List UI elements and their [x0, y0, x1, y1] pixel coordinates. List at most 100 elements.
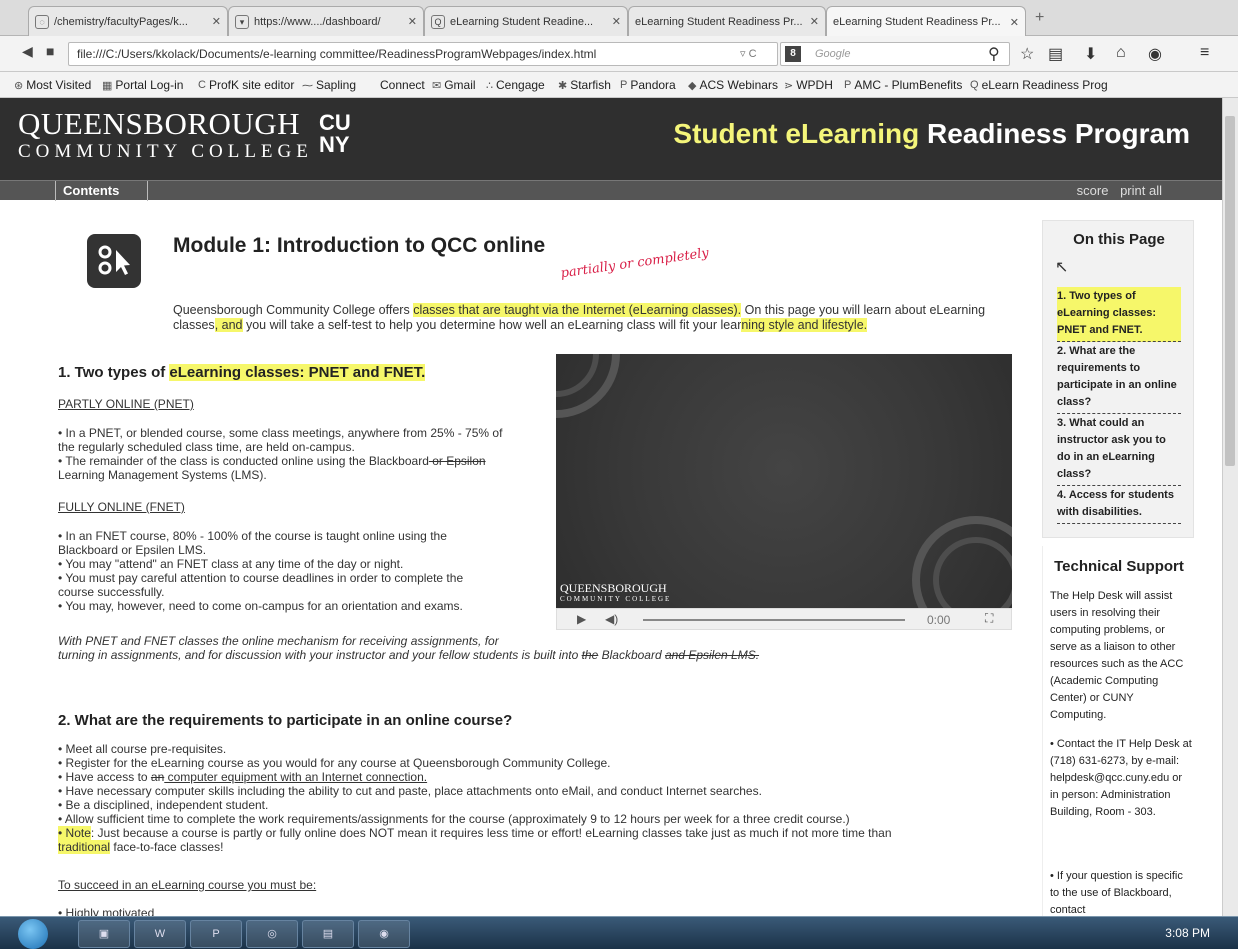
taskbar-app[interactable]: P [190, 920, 242, 948]
search-engine-icon[interactable]: 8 [785, 46, 801, 62]
program-title-rest: Readiness Program [927, 118, 1190, 149]
bookmark-pandora[interactable]: P Pandora [620, 78, 676, 92]
bookmark-icon: ⁓ [302, 79, 313, 92]
browser-tab[interactable]: ▾ https://www..../dashboard/ ✕ [228, 6, 424, 36]
nav-link-instructor-tasks[interactable]: 3. What could an instructor ask you to d… [1057, 414, 1181, 486]
menu-icon[interactable]: ≡ [1200, 44, 1209, 62]
bookmark-sapling[interactable]: ⁓ Sapling [302, 78, 356, 92]
browser-tab[interactable]: eLearning Student Readiness Pr... ✕ [628, 6, 826, 36]
nav-link-requirements[interactable]: 2. What are the requirements to particip… [1057, 342, 1181, 414]
qcc-logo[interactable]: QUEENSBOROUGH [18, 108, 300, 139]
taskbar-app[interactable]: ▤ [302, 920, 354, 948]
cuny-logo-top: CU [319, 110, 351, 135]
browser-tab[interactable]: ◌ /chemistry/facultyPages/k... ✕ [28, 6, 228, 36]
bookmark-icon: ▦ [102, 79, 113, 92]
bookmark-icon: ⋗ [784, 79, 794, 92]
fullscreen-icon[interactable]: ⛶ [985, 611, 993, 626]
bookmark-amc-plumbenefits[interactable]: P AMC - PlumBenefits [844, 78, 962, 92]
close-tab-icon[interactable]: ✕ [1010, 16, 1019, 29]
print-all-link[interactable]: print all [1120, 183, 1162, 198]
back-icon[interactable]: ◀ [22, 43, 33, 60]
close-tab-icon[interactable]: ✕ [810, 15, 819, 28]
search-icon: Q [970, 79, 979, 91]
search-input[interactable]: Google [780, 42, 1010, 66]
score-link[interactable]: score [1077, 183, 1109, 198]
intro-paragraph: Queensborough Community College offers c… [173, 303, 986, 332]
bookmark-connect[interactable]: Connect [380, 78, 425, 92]
technical-support-panel: Technical Support The Help Desk will ass… [1042, 546, 1194, 916]
video-qcc-logo: QUEENSBOROUGH COMMUNITY COLLEGE [560, 581, 672, 603]
bookmarks-toolbar: ⊛ Most Visited ▦ Portal Log-in C ProfK site… [0, 72, 1238, 98]
home-icon[interactable]: ⌂ [1116, 44, 1126, 62]
tab-title: eLearning Student Readiness Pr... [635, 15, 803, 28]
bookmark-elearn-readiness[interactable]: QeLearn Readiness Prog [970, 78, 1108, 92]
screen: ◌ /chemistry/facultyPages/k... ✕ ▾ https… [0, 0, 1238, 949]
video-decoration [556, 354, 1012, 608]
download-icon[interactable]: ⬇ [1084, 44, 1097, 64]
cursor-icon: ↖ [1055, 259, 1069, 276]
module-icon [87, 234, 141, 288]
succeed-heading: To succeed in an eLearning course you mu… [58, 878, 317, 892]
fnet-description: • In an FNET course, 80% - 100% of the c… [58, 529, 464, 613]
nav-link-two-types[interactable]: 1. Two types of eLearning classes: PNET … [1057, 287, 1181, 342]
video-controls: ▶ ◀) 0:00 ⛶ [556, 608, 1012, 630]
requirements-list: • Meet all course pre-requisites. • Regi… [58, 742, 892, 854]
intro-video[interactable]: QUEENSBOROUGH COMMUNITY COLLEGE [556, 354, 1012, 608]
close-tab-icon[interactable]: ✕ [408, 15, 417, 28]
bookmark-portal-login[interactable]: ▦ Portal Log-in [102, 78, 183, 92]
nav-link-accessibility[interactable]: 4. Access for students with disabilities… [1057, 486, 1181, 524]
taskbar-app[interactable]: W [134, 920, 186, 948]
blackboard-help: • If your question is specific to the us… [1050, 870, 1183, 916]
tab-strip: ◌ /chemistry/facultyPages/k... ✕ ▾ https… [0, 0, 1238, 37]
bookmark-icon: C [198, 79, 206, 91]
video-seek-bar[interactable] [643, 619, 905, 621]
bookmark-acs-webinars[interactable]: ◆ ACS Webinars [688, 78, 778, 92]
bookmark-icon: ⊛ [14, 79, 24, 92]
qcc-logo-subtitle: COMMUNITY COLLEGE [18, 141, 313, 162]
program-title-highlight: Student eLearning [673, 118, 920, 149]
browser-tab-active[interactable]: eLearning Student Readiness Pr... ✕ [826, 6, 1026, 37]
on-this-page-title: On this Page [1073, 231, 1165, 248]
adblock-icon[interactable]: ◉ [1148, 44, 1162, 64]
bookmark-wpdh[interactable]: ⋗ WPDH [784, 78, 833, 92]
technical-support-title: Technical Support [1054, 558, 1184, 575]
scrollbar-thumb[interactable] [1225, 116, 1235, 466]
start-button[interactable] [18, 919, 48, 949]
identity-icon[interactable]: ■ [46, 43, 54, 59]
star-icon: ✱ [558, 79, 568, 92]
cuny-logo: CU NY [319, 112, 355, 156]
taskbar-app[interactable]: ◉ [358, 920, 410, 948]
system-clock: 3:08 PM [1165, 926, 1210, 940]
partly-online-label: PARTLY ONLINE (PNET) [58, 397, 194, 411]
play-icon[interactable]: ▶ [577, 612, 586, 626]
browser-tab[interactable]: Q eLearning Student Readine... ✕ [424, 6, 628, 36]
trait-item: • Highly motivated [58, 906, 155, 916]
search-icon: Q [431, 14, 445, 29]
taskbar-app[interactable]: ◎ [246, 920, 298, 948]
module-title: Module 1: Introduction to QCC online [173, 234, 546, 257]
new-tab-button[interactable]: + [1035, 9, 1044, 27]
bookmark-icon: P [844, 79, 852, 91]
star-icon[interactable]: ☆ [1020, 44, 1034, 64]
bookmark-gmail[interactable]: ✉ Gmail [432, 78, 476, 92]
close-tab-icon[interactable]: ✕ [212, 15, 221, 28]
page-scrollbar[interactable] [1222, 98, 1238, 916]
close-tab-icon[interactable]: ✕ [612, 15, 621, 28]
bookmark-icon: ∴ [486, 79, 493, 92]
bookmark-icon: ▾ [235, 14, 249, 29]
bookmark-cengage[interactable]: ∴ Cengage [486, 78, 545, 92]
magnifier-icon[interactable]: ⚲ [988, 44, 1000, 64]
handwritten-annotation: partially or completely [559, 245, 710, 282]
pnet-description: • In a PNET, or blended course, some cla… [58, 426, 503, 482]
bookmark-starfish[interactable]: ✱ Starfish [558, 78, 611, 92]
bookmark-most-visited[interactable]: ⊛ Most Visited [14, 78, 91, 92]
on-this-page-panel: On this Page ↖ 1. Two types of eLearning… [1042, 220, 1194, 538]
reading-list-icon[interactable]: ▤ [1048, 44, 1063, 64]
program-title: Student eLearning Readiness Program [673, 118, 1190, 150]
taskbar-app[interactable]: ▣ [78, 920, 130, 948]
volume-icon[interactable]: ◀) [605, 612, 618, 626]
url-bar[interactable]: file:///C:/Users/kkolack/Documents/e-lea… [68, 42, 778, 66]
reload-icon[interactable]: ▿ C [740, 47, 757, 60]
bookmark-profk-site-editor[interactable]: C ProfK site editor [198, 78, 294, 92]
contents-button[interactable]: Contents [55, 181, 148, 201]
